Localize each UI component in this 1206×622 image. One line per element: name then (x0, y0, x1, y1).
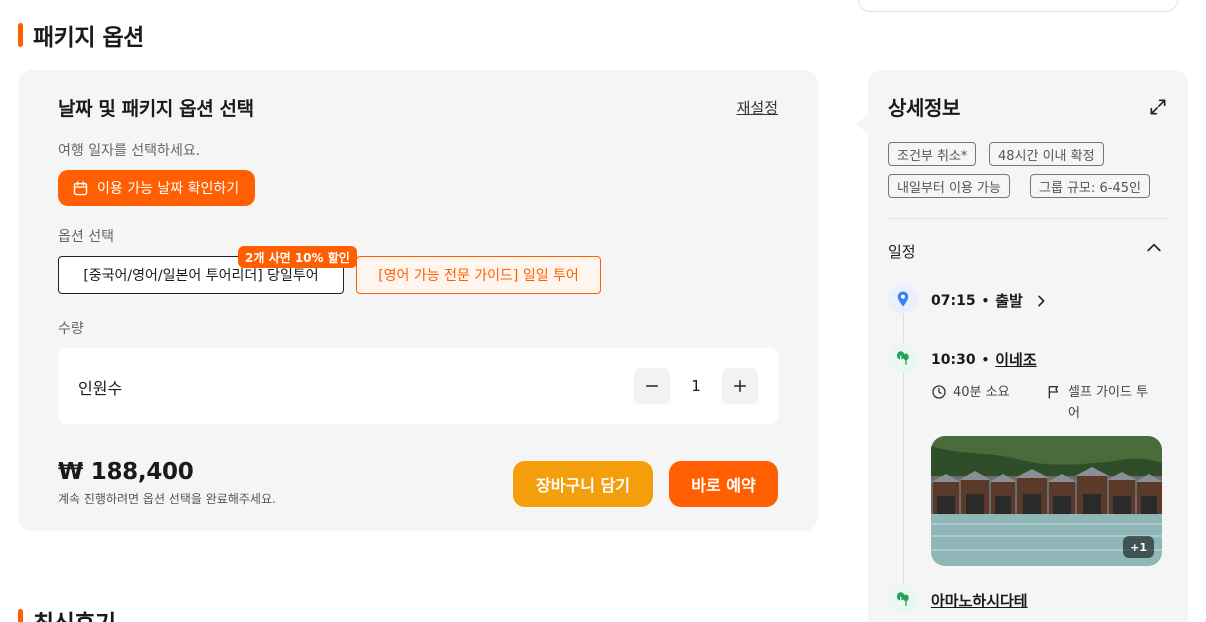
schedule-name: 출발 (995, 292, 1023, 310)
decrement-button[interactable] (634, 368, 670, 404)
reset-link[interactable]: 재설정 (737, 97, 778, 118)
schedule-name-link[interactable]: 아마노하시다테 (931, 590, 1028, 611)
flag-icon (1048, 386, 1058, 399)
expand-icon[interactable] (1148, 97, 1168, 117)
duration-text: 40분 소요 (953, 385, 1010, 400)
promo-badge: 2개 사면 10% 할인 (238, 246, 357, 268)
schedule-item-amanohashidate: 아마노하시다테 (931, 590, 1028, 611)
chevron-right-icon[interactable] (1033, 293, 1049, 309)
divider (888, 218, 1168, 219)
package-heading: 날짜 및 패키지 옵션 선택 (58, 98, 254, 120)
detail-panel: 상세정보 조건부 취소* 48시간 이내 확정 내일부터 이용 가능 그룹 규모… (868, 70, 1188, 622)
add-to-cart-button[interactable]: 장바구니 담기 (513, 461, 653, 507)
schedule-time: 07:15 (931, 292, 976, 309)
guide-info: 셀프 가이드 투어 (1046, 382, 1156, 424)
tag-availability: 내일부터 이용 가능 (888, 174, 1010, 198)
tag-cancellation: 조건부 취소* (888, 142, 977, 166)
total-price: ₩ 188,400 (58, 459, 194, 485)
section-title-package: 패키지 옵션 (18, 18, 144, 52)
schedule-title: 일정 (888, 243, 916, 261)
search-bar-fragment[interactable] (858, 0, 1178, 12)
separator-dot: • (981, 293, 990, 308)
chevron-up-icon[interactable] (1144, 238, 1164, 258)
minus-icon (646, 385, 658, 387)
schedule-name-link[interactable]: 이네조 (995, 349, 1036, 370)
separator-dot: • (981, 352, 990, 367)
option-label: 옵션 선택 (58, 229, 114, 245)
plus-icon (734, 380, 746, 392)
tree-icon (897, 592, 909, 606)
timeline-marker (888, 284, 918, 314)
section-title-text: 패키지 옵션 (33, 25, 144, 51)
location-pin-icon (897, 291, 909, 307)
option-chip-label: [중국어/영어/일본어 투어리더] 당일투어 (83, 268, 319, 284)
detail-title: 상세정보 (888, 96, 960, 120)
clock-icon (932, 385, 946, 399)
quantity-row-label: 인원수 (78, 379, 123, 398)
section-title-text: 최신후기 (33, 604, 116, 622)
check-dates-label: 이용 가능 날짜 확인하기 (97, 181, 240, 197)
section-accent-bar (18, 23, 23, 47)
photo-count-badge: +1 (1123, 536, 1154, 558)
tag-group-size: 그룹 규모: 6-45인 (1030, 174, 1150, 198)
schedule-time: 10:30 (931, 351, 976, 368)
guide-text: 셀프 가이드 투어 (1068, 385, 1149, 421)
timeline-marker (888, 584, 918, 614)
section-accent-bar (18, 609, 23, 622)
price-note: 계속 진행하려면 옵션 선택을 완료해주세요. (58, 492, 276, 506)
section-title-reviews: 최신후기 (18, 604, 116, 622)
option-chip-english-guide[interactable]: [영어 가능 전문 가이드] 일일 투어 (356, 256, 601, 294)
calendar-icon (73, 180, 88, 195)
check-dates-button[interactable]: 이용 가능 날짜 확인하기 (58, 170, 256, 206)
increment-button[interactable] (722, 368, 758, 404)
timeline-marker (888, 343, 918, 373)
schedule-item-ine: 10:30 • 이네조 (931, 349, 1037, 370)
tree-icon (897, 351, 909, 365)
date-label: 여행 일자를 선택하세요. (58, 143, 201, 159)
book-now-button[interactable]: 바로 예약 (669, 461, 778, 507)
quantity-row: 인원수 1 (58, 348, 778, 424)
quantity-label: 수량 (58, 321, 84, 337)
tag-confirmation: 48시간 이내 확정 (989, 142, 1104, 166)
detail-card-pointer (856, 114, 868, 134)
quantity-value: 1 (691, 377, 701, 395)
option-chip-label: [영어 가능 전문 가이드] 일일 투어 (378, 268, 579, 284)
ine-photo[interactable]: +1 (931, 436, 1162, 566)
schedule-item-departure: 07:15 • 출발 (931, 290, 1049, 311)
duration-info: 40분 소요 (931, 382, 1010, 403)
package-options-card: 날짜 및 패키지 옵션 선택 재설정 여행 일자를 선택하세요. 이용 가능 날… (18, 70, 818, 531)
